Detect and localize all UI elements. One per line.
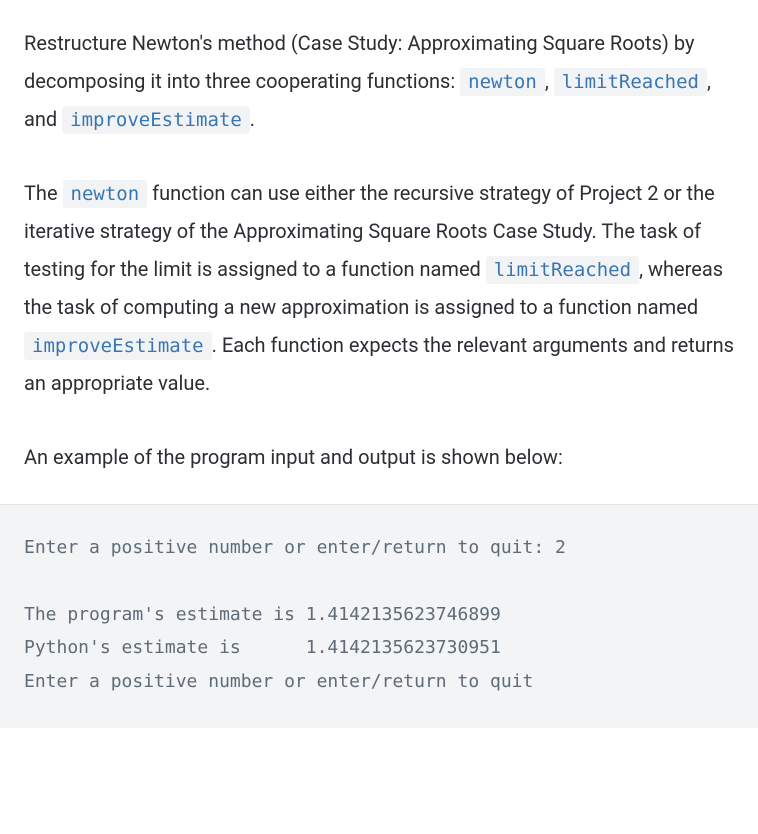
code-improveestimate: improveEstimate bbox=[24, 332, 212, 360]
prose-content: Restructure Newton's method (Case Study:… bbox=[0, 0, 758, 476]
paragraph-3: An example of the program input and outp… bbox=[24, 438, 734, 476]
code-output-block: Enter a positive number or enter/return … bbox=[0, 504, 758, 727]
paragraph-2: The newton function can use either the r… bbox=[24, 174, 734, 402]
code-limitreached: limitReached bbox=[486, 256, 639, 284]
code-newton: newton bbox=[460, 68, 545, 96]
text: , bbox=[545, 69, 554, 93]
text: An example of the program input and outp… bbox=[24, 445, 563, 469]
paragraph-1: Restructure Newton's method (Case Study:… bbox=[24, 24, 734, 138]
text: The bbox=[24, 181, 63, 205]
code-improveestimate: improveEstimate bbox=[62, 106, 250, 134]
code-limitreached: limitReached bbox=[554, 68, 707, 96]
text: . bbox=[250, 107, 255, 131]
code-newton: newton bbox=[63, 180, 148, 208]
